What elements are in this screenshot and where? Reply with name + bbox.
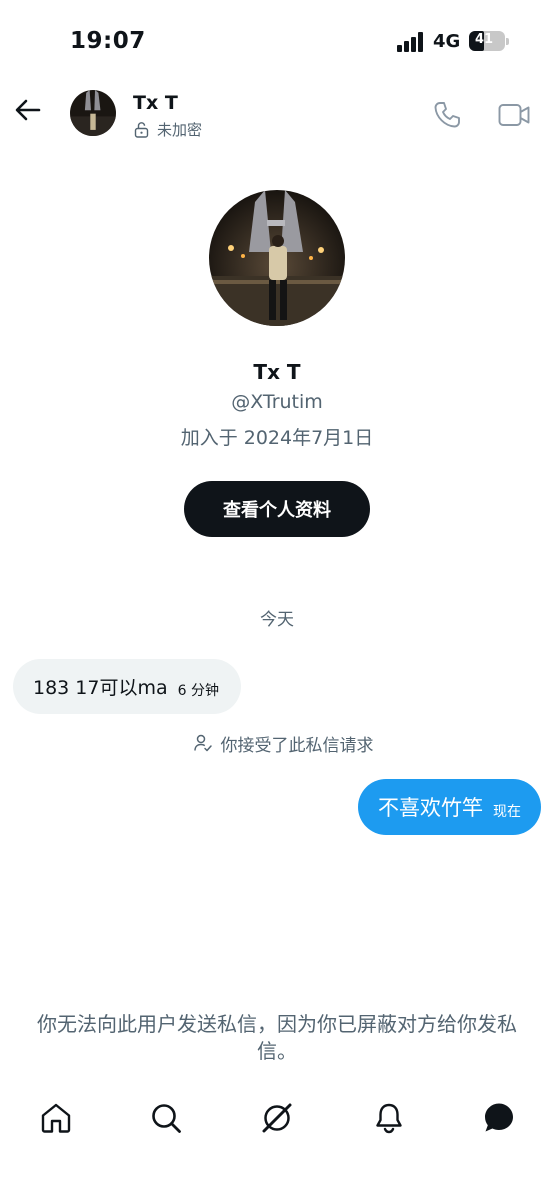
profile-name: Tx T <box>253 360 301 384</box>
bottom-navigation <box>0 1090 554 1146</box>
profile-handle: @XTrutim <box>231 391 323 413</box>
nav-search-button[interactable] <box>148 1100 184 1136</box>
blocked-notice: 你无法向此用户发送私信，因为你已屏蔽对方给你发私信。 <box>37 1012 517 1063</box>
encryption-status: 未加密 <box>133 119 202 139</box>
person-check-icon <box>193 734 212 752</box>
incoming-message[interactable]: 183 17可以ma 6 分钟 <box>13 659 241 714</box>
nav-messages-button[interactable] <box>481 1100 517 1136</box>
message-timestamp: 现在 <box>493 804 521 820</box>
header-avatar[interactable] <box>70 90 116 136</box>
home-icon <box>41 1103 71 1133</box>
cellular-signal-icon <box>397 32 425 52</box>
outgoing-message[interactable]: 不喜欢竹竿 现在 <box>358 779 541 835</box>
video-camera-icon <box>498 104 530 126</box>
nav-grok-button[interactable] <box>259 1100 295 1136</box>
avatar-photo <box>70 90 116 136</box>
conversation-header: Tx T 未加密 <box>0 80 554 150</box>
encryption-label: 未加密 <box>157 120 203 139</box>
grok-icon <box>262 1103 292 1133</box>
profile-joined-date: 加入于 2024年7月1日 <box>180 427 374 449</box>
arrow-left-icon <box>15 99 41 121</box>
message-text: 不喜欢竹竿 <box>378 796 483 820</box>
status-time: 19:07 <box>70 28 146 54</box>
date-divider: 今天 <box>260 610 294 630</box>
battery-level: 41 <box>474 32 494 47</box>
avatar-photo <box>209 190 345 326</box>
system-event: 你接受了此私信请求 <box>0 731 554 756</box>
header-username: Tx T <box>133 92 178 114</box>
network-type: 4G <box>433 31 461 52</box>
profile-avatar[interactable] <box>209 190 345 326</box>
view-profile-button[interactable]: 查看个人资料 <box>184 481 370 537</box>
video-call-button[interactable] <box>498 102 530 128</box>
call-button[interactable] <box>432 100 462 130</box>
phone-icon <box>434 102 460 128</box>
message-text: 183 17可以ma <box>33 677 168 699</box>
nav-notifications-button[interactable] <box>371 1100 407 1136</box>
search-icon <box>152 1104 181 1133</box>
unlock-icon <box>134 121 149 138</box>
nav-home-button[interactable] <box>38 1100 74 1136</box>
back-button[interactable] <box>12 94 44 126</box>
battery-icon: 41 <box>469 31 509 51</box>
bell-icon <box>376 1103 402 1134</box>
system-event-text: 你接受了此私信请求 <box>220 735 374 756</box>
message-timestamp: 6 分钟 <box>177 682 219 699</box>
status-bar: 19:07 4G 41 <box>0 0 554 80</box>
messages-icon <box>485 1103 513 1132</box>
